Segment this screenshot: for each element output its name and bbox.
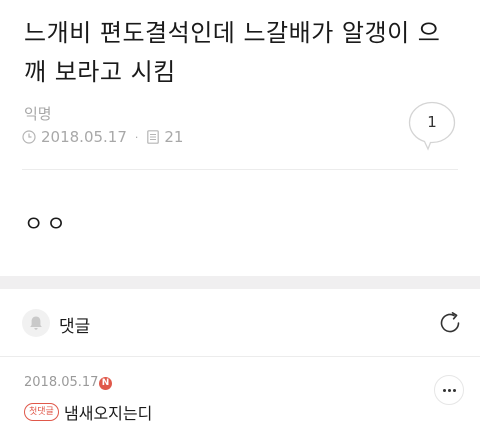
comment-count: 1 [427,113,437,131]
comment-text: 냄새오지는디 [64,404,153,423]
comments-title: 댓글 [59,317,91,337]
new-badge: N [99,377,112,390]
comment-count-bubble[interactable]: 1 [407,100,459,152]
section-divider-band [0,276,480,289]
divider [22,169,458,170]
meta-separator: · [134,130,139,144]
document-icon [147,130,160,144]
refresh-button[interactable] [436,309,464,337]
comment-more-button[interactable] [434,375,464,405]
post-date: 2018.05.17 [41,128,127,146]
notification-bell-button[interactable] [22,309,50,337]
refresh-icon [440,312,460,333]
comment-date: 2018.05.17 [24,375,99,390]
clock-icon [22,130,36,144]
post-title: 느개비 편도결석인데 느갈배가 알갱이 으깨 보라고 시킴 [24,19,441,86]
bell-icon [30,316,42,330]
more-dots-icon [443,389,456,392]
post-page: 느개비 편도결석인데 느갈배가 알갱이 으깨 보라고 시킴 익명 2018.05… [0,0,480,444]
post-views: 21 [164,128,184,146]
first-comment-badge: 첫댓글 [24,403,59,421]
divider [0,356,480,357]
post-body: ㅇㅇ [24,212,69,236]
comments-header: 댓글 [0,289,480,355]
post-author: 익명 [24,105,52,123]
post-meta: 2018.05.17 · 21 [22,127,183,147]
